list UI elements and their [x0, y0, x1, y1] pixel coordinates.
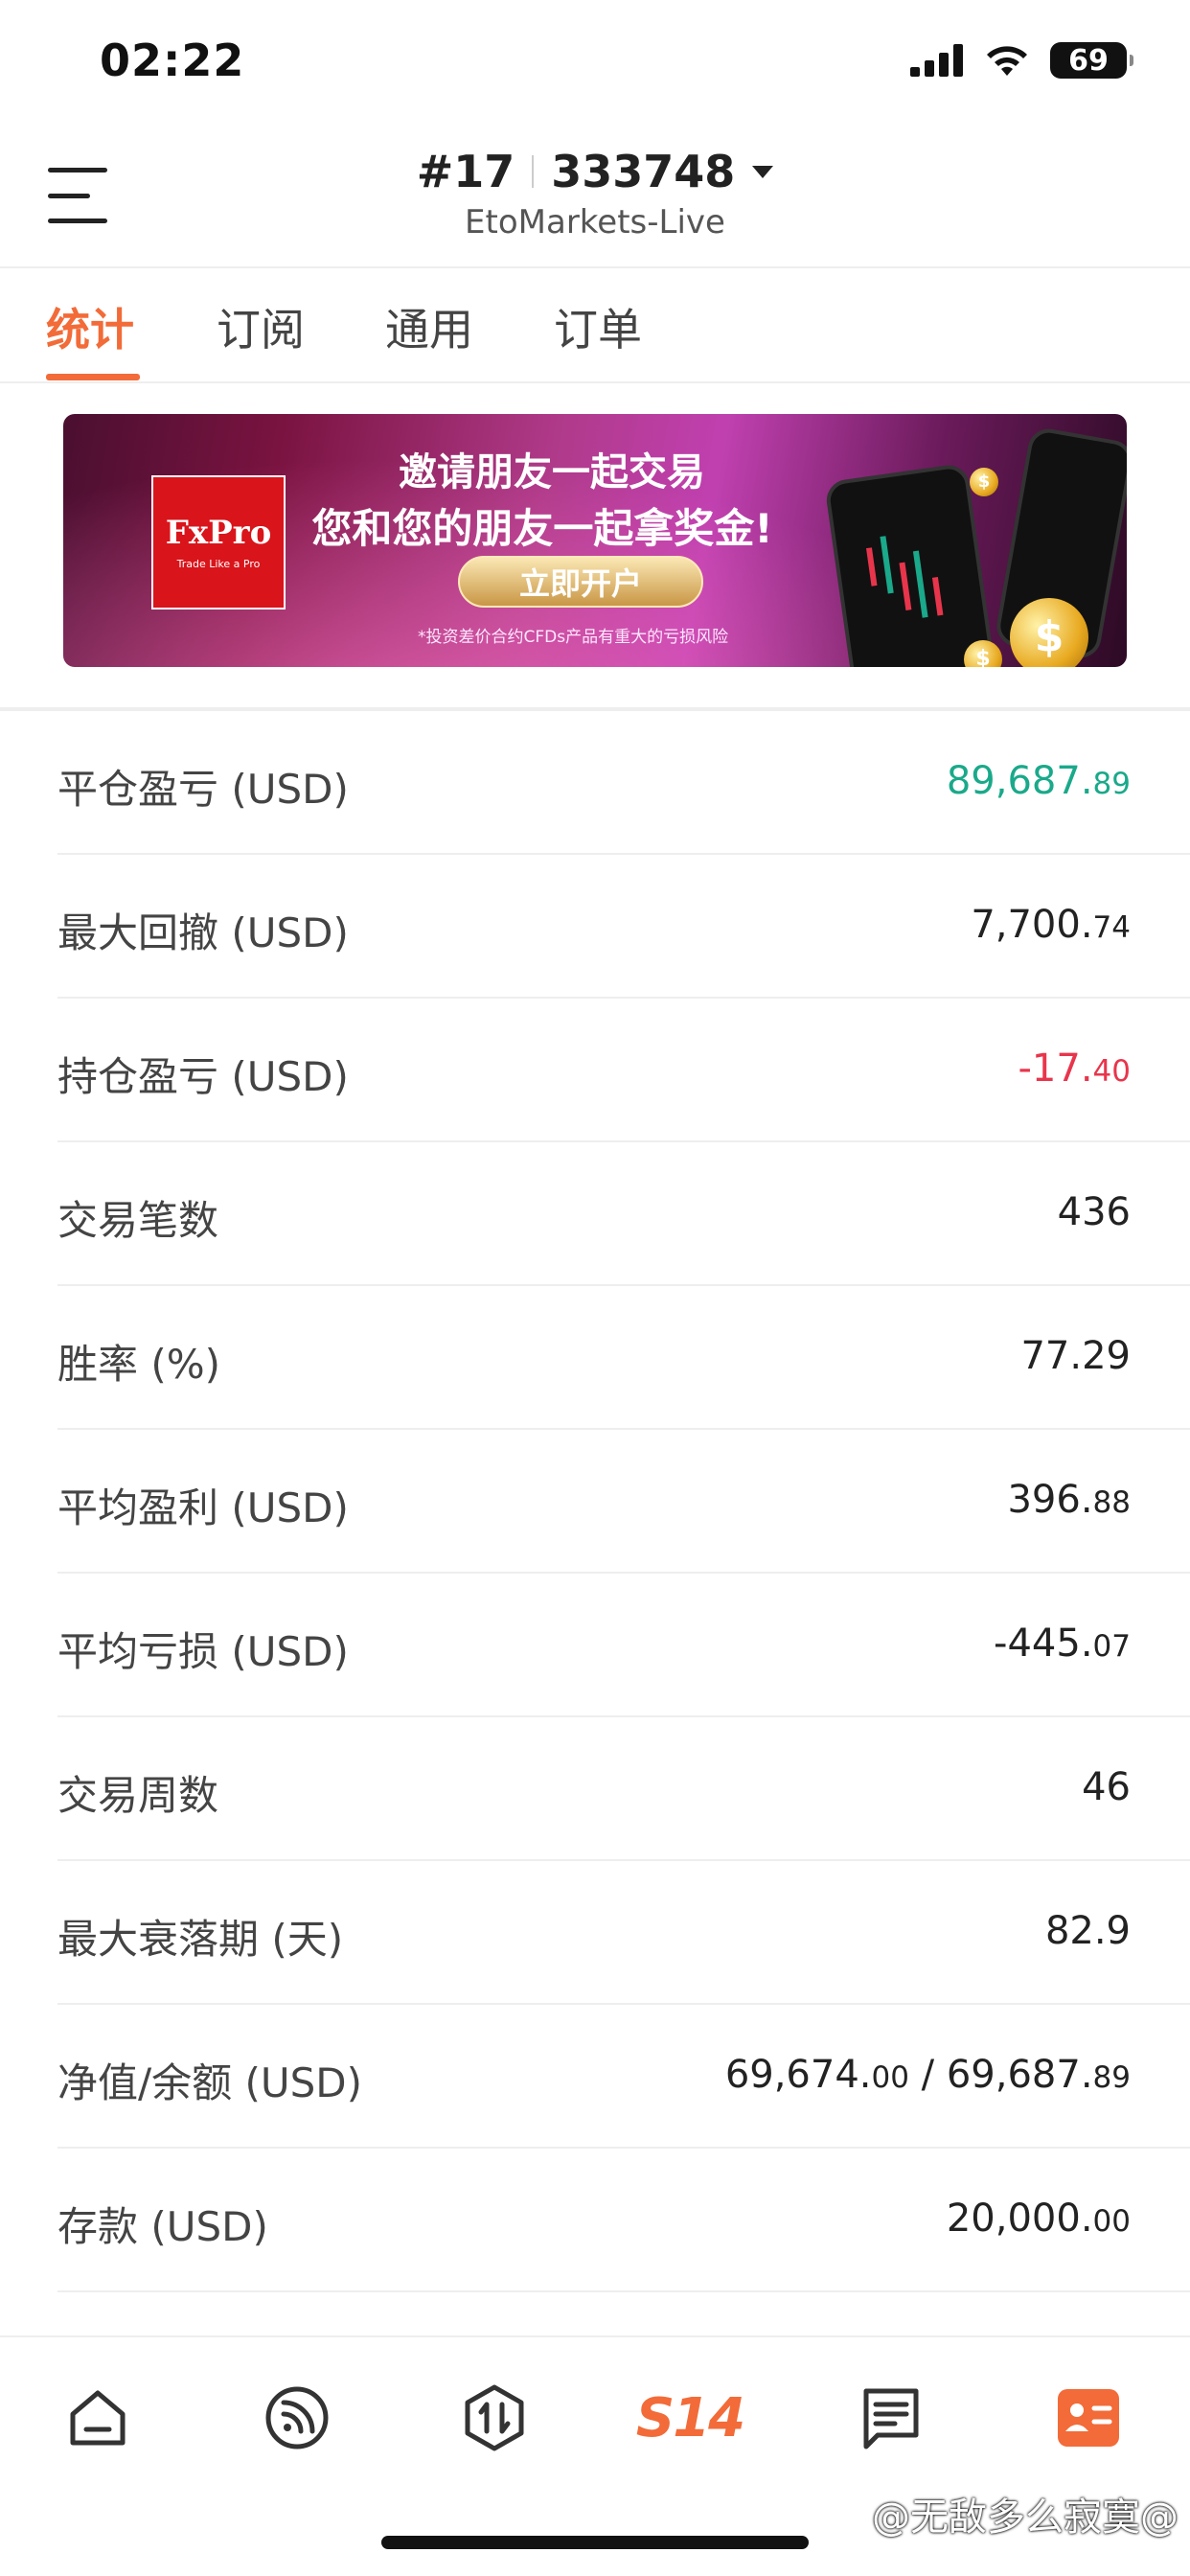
- stat-label: 最大衰落期 (天): [57, 1916, 344, 1963]
- tab-statistics[interactable]: 统计: [46, 295, 134, 358]
- stat-value: 82.9: [1044, 1909, 1131, 1953]
- wifi-icon: [987, 46, 1027, 76]
- account-dropdown[interactable]: #17 333748: [417, 146, 774, 197]
- stat-row-trading-weeks: 交易周数 46: [0, 1717, 1190, 1861]
- stat-row-win-rate: 胜率 (%) 77.29: [0, 1286, 1190, 1430]
- stat-label: 净值/余额 (USD): [57, 2059, 363, 2106]
- home-icon: [70, 2390, 126, 2446]
- stat-row-open-pnl: 持仓盈亏 (USD) -17.40: [0, 999, 1190, 1142]
- account-separator: [532, 155, 535, 188]
- stat-value: 20,000.00: [946, 2196, 1131, 2241]
- feed-icon: [265, 2386, 329, 2450]
- stat-value: 396.88: [1007, 1478, 1131, 1522]
- server-name: EtoMarkets-Live: [465, 203, 725, 242]
- status-icons: 69: [910, 42, 1133, 79]
- stat-label: 持仓盈亏 (USD): [57, 1053, 349, 1100]
- caret-down-icon: [752, 165, 774, 178]
- tab-subscriptions[interactable]: 订阅: [217, 295, 305, 358]
- promo-banner[interactable]: FxPro Trade Like a Pro 邀请朋友一起交易 您和您的朋友一起…: [63, 414, 1127, 667]
- banner-disclaimer: *投资差价合约CFDs产品有重大的亏损风险: [418, 628, 729, 647]
- status-time: 02:22: [100, 34, 245, 86]
- stat-row-trade-count: 交易笔数 436: [0, 1142, 1190, 1286]
- tab-bar: 统计 订阅 通用 订单: [0, 270, 1190, 383]
- stat-value: 77.29: [1020, 1334, 1131, 1378]
- tab-general[interactable]: 通用: [385, 295, 473, 358]
- open-account-button[interactable]: 立即开户: [458, 556, 703, 608]
- home-indicator[interactable]: [381, 2536, 809, 2549]
- stat-label: 平均盈利 (USD): [57, 1484, 349, 1531]
- stat-label: 存款 (USD): [57, 2203, 268, 2250]
- account-number: 333748: [551, 146, 736, 197]
- stat-value: 436: [1057, 1190, 1131, 1234]
- stat-row-avg-loss: 平均亏损 (USD) -445.07: [0, 1574, 1190, 1717]
- stat-row-closed-pnl: 平仓盈亏 (USD) 89,687.89: [0, 711, 1190, 855]
- active-tab-indicator: [46, 374, 140, 380]
- stat-label: 平仓盈亏 (USD): [57, 766, 349, 813]
- nav-trade[interactable]: [456, 2380, 533, 2456]
- cellular-signal-icon: [910, 44, 963, 77]
- watermark: @无敌多么寂寞@: [872, 2496, 1179, 2540]
- stat-row-avg-profit: 平均盈利 (USD) 396.88: [0, 1430, 1190, 1574]
- s14-logo: S14: [635, 2386, 745, 2450]
- trade-icon: [465, 2384, 524, 2451]
- stat-label: 胜率 (%): [57, 1341, 221, 1388]
- stat-value: 69,674.00 / 69,687.89: [724, 2053, 1131, 2097]
- stat-value: 7,700.74: [971, 903, 1131, 947]
- stat-row-equity-balance: 净值/余额 (USD) 69,674.00 / 69,687.89: [0, 2005, 1190, 2149]
- dollar-coin-icon: $: [970, 468, 998, 496]
- tab-orders[interactable]: 订单: [554, 295, 642, 358]
- stat-row-deposit: 存款 (USD) 20,000.00: [0, 2149, 1190, 2292]
- header: #17 333748 EtoMarkets-Live: [0, 125, 1190, 268]
- stat-value: 89,687.89: [946, 759, 1131, 803]
- stat-label: 交易笔数: [57, 1197, 219, 1244]
- fxpro-logo-tagline: Trade Like a Pro: [176, 558, 261, 570]
- stat-row-max-drawdown: 最大回撤 (USD) 7,700.74: [0, 855, 1190, 999]
- stat-row-max-decline-period: 最大衰落期 (天) 82.9: [0, 1861, 1190, 2005]
- stat-label: 最大回撤 (USD): [57, 909, 349, 956]
- account-selector: #17 333748 EtoMarkets-Live: [0, 146, 1190, 242]
- account-prefix: #17: [416, 146, 515, 197]
- profile-card-icon: [1058, 2389, 1119, 2447]
- status-bar: 02:22 69: [0, 0, 1190, 125]
- stat-value: -17.40: [1018, 1046, 1132, 1091]
- battery-icon: 69: [1050, 42, 1133, 79]
- dollar-coin-icon: $: [1010, 598, 1088, 667]
- nav-s14[interactable]: S14: [632, 2380, 747, 2456]
- nav-home[interactable]: [59, 2380, 136, 2456]
- nav-profile[interactable]: [1050, 2380, 1127, 2456]
- stat-label: 平均亏损 (USD): [57, 1628, 349, 1675]
- nav-messages[interactable]: [853, 2380, 929, 2456]
- stat-value: 46: [1082, 1765, 1131, 1809]
- stat-label: 交易周数: [57, 1772, 219, 1819]
- stats-list: 平仓盈亏 (USD) 89,687.89 最大回撤 (USD) 7,700.74…: [0, 711, 1190, 2292]
- nav-feed[interactable]: [259, 2380, 335, 2456]
- battery-level: 69: [1068, 43, 1109, 78]
- message-icon: [863, 2388, 919, 2450]
- stat-value: -445.07: [994, 1622, 1131, 1666]
